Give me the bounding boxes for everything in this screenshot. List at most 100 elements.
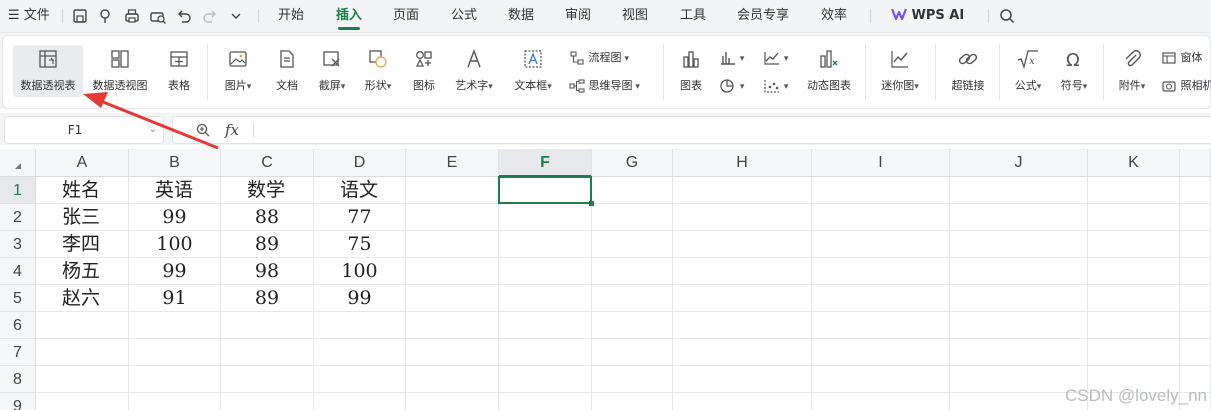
cell-e6[interactable] [406, 312, 499, 339]
cell-g5[interactable] [592, 285, 673, 312]
hyperlink-button[interactable]: 超链接 [943, 45, 993, 97]
cell-a3[interactable]: 李四 [36, 231, 129, 258]
cell-f3[interactable] [499, 231, 592, 258]
file-menu[interactable]: ☰ 文件 [8, 0, 50, 32]
tab-review[interactable]: 审阅 [565, 0, 591, 32]
cell-l2[interactable] [1180, 204, 1211, 231]
picture-button[interactable]: 图片▾ [215, 45, 261, 97]
cell-d2[interactable]: 77 [314, 204, 406, 231]
cell-d4[interactable]: 100 [314, 258, 406, 285]
column-header-g[interactable]: G [592, 149, 673, 177]
column-header-overflow[interactable] [1180, 149, 1211, 177]
cell-c4[interactable]: 98 [221, 258, 314, 285]
cell-a8[interactable] [36, 366, 129, 393]
column-header-h[interactable]: H [673, 149, 812, 177]
sparkline-button[interactable]: 迷你图▾ [873, 45, 927, 97]
undo-icon[interactable] [174, 6, 194, 26]
cell-b7[interactable] [129, 339, 221, 366]
cell-a2[interactable]: 张三 [36, 204, 129, 231]
more-icon[interactable] [226, 6, 246, 26]
cell-k7[interactable] [1088, 339, 1180, 366]
cell-g7[interactable] [592, 339, 673, 366]
cell-i2[interactable] [812, 204, 950, 231]
cell-e5[interactable] [406, 285, 499, 312]
document-button[interactable]: 文档 [267, 45, 307, 97]
cell-b6[interactable] [129, 312, 221, 339]
cell-i3[interactable] [812, 231, 950, 258]
name-box[interactable]: F1 ⌄ [4, 116, 164, 144]
textbox-button[interactable]: 文本框▾ [507, 45, 559, 97]
cell-d8[interactable] [314, 366, 406, 393]
cell-i7[interactable] [812, 339, 950, 366]
tab-view[interactable]: 视图 [622, 0, 648, 32]
cell-f8[interactable] [499, 366, 592, 393]
column-header-a[interactable]: A [36, 149, 129, 177]
symbol-button[interactable]: Ω 符号▾ [1053, 45, 1095, 97]
cell-b2[interactable]: 99 [129, 204, 221, 231]
cell-j4[interactable] [950, 258, 1088, 285]
cell-b1[interactable]: 英语 [129, 177, 221, 204]
cell-e9[interactable] [406, 393, 499, 410]
column-header-k[interactable]: K [1088, 149, 1180, 177]
cell-f5[interactable] [499, 285, 592, 312]
tab-home[interactable]: 开始 [278, 0, 304, 32]
cell-d1[interactable]: 语文 [314, 177, 406, 204]
attachment-button[interactable]: 附件▾ [1111, 45, 1153, 97]
row-header-7[interactable]: 7 [0, 339, 36, 366]
cell-g9[interactable] [592, 393, 673, 410]
formula-input[interactable]: fx [172, 116, 1211, 144]
cell-h8[interactable] [673, 366, 812, 393]
cell-h4[interactable] [673, 258, 812, 285]
row-header-2[interactable]: 2 [0, 204, 36, 231]
cell-j2[interactable] [950, 204, 1088, 231]
shape-button[interactable]: 形状▾ [357, 45, 399, 97]
cell-h6[interactable] [673, 312, 812, 339]
row-header-4[interactable]: 4 [0, 258, 36, 285]
cell-j5[interactable] [950, 285, 1088, 312]
column-header-c[interactable]: C [221, 149, 314, 177]
row-header-8[interactable]: 8 [0, 366, 36, 393]
cell-c6[interactable] [221, 312, 314, 339]
cell-a1[interactable]: 姓名 [36, 177, 129, 204]
cell-a6[interactable] [36, 312, 129, 339]
cell-e2[interactable] [406, 204, 499, 231]
cell-e3[interactable] [406, 231, 499, 258]
line-chart-dropdown[interactable]: ▾ [763, 49, 788, 67]
cell-c7[interactable] [221, 339, 314, 366]
print-preview-icon[interactable] [148, 6, 168, 26]
scatter-chart-dropdown[interactable]: ▾ [763, 77, 788, 95]
print-icon[interactable] [122, 6, 142, 26]
cell-g1[interactable] [592, 177, 673, 204]
row-header-5[interactable]: 5 [0, 285, 36, 312]
cell-k2[interactable] [1088, 204, 1180, 231]
cell-c1[interactable]: 数学 [221, 177, 314, 204]
cell-j6[interactable] [950, 312, 1088, 339]
select-all-corner[interactable] [0, 149, 36, 177]
cell-h3[interactable] [673, 231, 812, 258]
cell-f7[interactable] [499, 339, 592, 366]
cell-l5[interactable] [1180, 285, 1211, 312]
cell-h7[interactable] [673, 339, 812, 366]
cell-c3[interactable]: 89 [221, 231, 314, 258]
cell-f9[interactable] [499, 393, 592, 410]
screenshot-button[interactable]: 截屏▾ [311, 45, 353, 97]
tab-efficiency[interactable]: 效率 [821, 0, 847, 32]
cell-i9[interactable] [812, 393, 950, 410]
table-button[interactable]: 表格 [159, 45, 199, 97]
cell-c8[interactable] [221, 366, 314, 393]
column-chart-dropdown[interactable]: ▾ [719, 49, 744, 67]
cell-b8[interactable] [129, 366, 221, 393]
cell-c2[interactable]: 88 [221, 204, 314, 231]
cell-i6[interactable] [812, 312, 950, 339]
wps-ai-button[interactable]: WPS AI [890, 0, 964, 32]
fx-icon[interactable]: fx [225, 117, 239, 143]
row-header-6[interactable]: 6 [0, 312, 36, 339]
cell-j3[interactable] [950, 231, 1088, 258]
tab-data[interactable]: 数据 [508, 0, 534, 32]
cell-h9[interactable] [673, 393, 812, 410]
dynamic-chart-button[interactable]: 动态图表 [801, 45, 857, 97]
mindmap-button[interactable]: 思维导图 ▾ [569, 77, 640, 95]
cell-h5[interactable] [673, 285, 812, 312]
cell-c9[interactable] [221, 393, 314, 410]
cell-k5[interactable] [1088, 285, 1180, 312]
